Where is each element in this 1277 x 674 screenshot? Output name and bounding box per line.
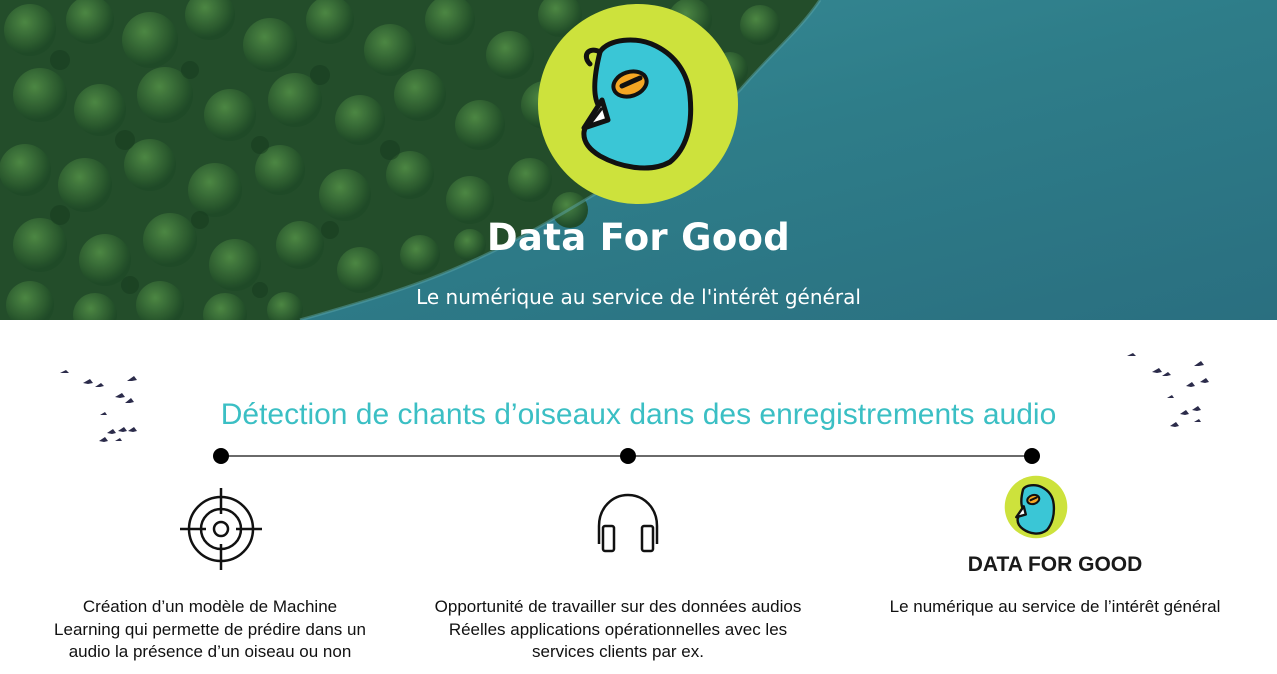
target-icon: [180, 488, 262, 570]
bird-logo-icon: [538, 4, 738, 204]
description-line: services clients par ex.: [532, 642, 704, 661]
column-1-description: Création d’un modèle de Machine Learning…: [10, 596, 410, 664]
hero-subtitle: Le numérique au service de l'intérêt gén…: [416, 285, 861, 309]
timeline-dot: [620, 448, 636, 464]
timeline-dot: [213, 448, 229, 464]
column-3-description: Le numérique au service de l’intérêt gén…: [850, 596, 1260, 619]
description-line: Le numérique au service de l’intérêt gén…: [889, 597, 1221, 616]
description-line: Création d’un modèle de Machine: [82, 597, 338, 616]
description-line: Opportunité de travailler sur des donnée…: [434, 597, 802, 616]
hero-banner: Data For Good Le numérique au service de…: [0, 0, 1277, 320]
brand-name: DATA FOR GOOD: [967, 553, 1143, 576]
section-title: Détection de chants d’oiseaux dans des e…: [220, 398, 1057, 431]
hero-title: Data For Good: [486, 216, 791, 259]
timeline: [213, 448, 1040, 464]
column-2-description: Opportunité de travailler sur des donnée…: [398, 596, 838, 664]
description-line: Réelles applications opérationnelles ave…: [448, 619, 788, 639]
description-line: Learning qui permette de prédire dans un: [54, 619, 366, 639]
timeline-dot: [1024, 448, 1040, 464]
headphones-icon: [597, 493, 659, 553]
bird-logo-icon: [1004, 475, 1068, 539]
description-line: audio la présence d’un oiseau ou non: [68, 642, 352, 661]
